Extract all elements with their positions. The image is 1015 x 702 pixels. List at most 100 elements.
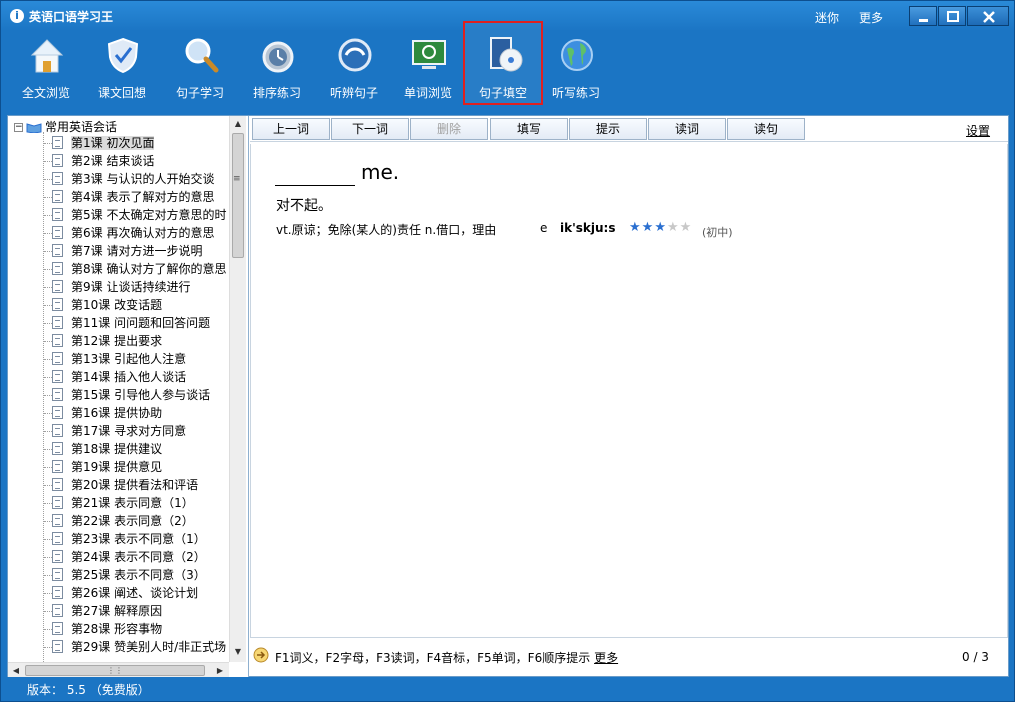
- document-icon: [52, 496, 63, 509]
- difficulty-stars: ★★★★★: [629, 220, 692, 235]
- tree-connector: [44, 395, 52, 396]
- lesson-item[interactable]: 第8课 确认对方了解你的意思: [52, 260, 226, 278]
- lesson-label: 第24课 表示不同意（2）: [71, 550, 206, 564]
- star-filled-icon: ★: [629, 220, 642, 235]
- tree-connector: [44, 287, 52, 288]
- lesson-item[interactable]: 第3课 与认识的人开始交谈: [52, 170, 214, 188]
- lesson-label: 第11课 问问题和回答问题: [71, 316, 211, 330]
- lesson-item[interactable]: 第29课 赞美别人时/非正式场: [52, 638, 226, 656]
- tool-dictation[interactable]: 听写练习: [541, 33, 611, 103]
- tree-root[interactable]: − 常用英语会话: [14, 118, 117, 134]
- document-icon: [52, 154, 63, 167]
- document-icon: [52, 586, 63, 599]
- lesson-item[interactable]: 第1课 初次见面: [52, 134, 155, 152]
- document-icon: [52, 370, 63, 383]
- tool-sort-practice[interactable]: 排序练习: [242, 33, 312, 103]
- exercise-editor[interactable]: me. 对不起。 vt.原谅；免除(某人的)责任 n.借口，理由 e ik'sk…: [250, 144, 1008, 638]
- lesson-item[interactable]: 第26课 阐述、谈论计划: [52, 584, 198, 602]
- lesson-item[interactable]: 第17课 寻求对方同意: [52, 422, 186, 440]
- settings-link[interactable]: 设置: [966, 122, 990, 139]
- more-hints-link[interactable]: 更多: [594, 651, 618, 665]
- lesson-item[interactable]: 第2课 结束谈话: [52, 152, 154, 170]
- lesson-label: 第9课 让谈话持续进行: [71, 280, 191, 294]
- tool-word-browse[interactable]: 单词浏览: [393, 33, 463, 103]
- star-empty-icon: ★: [679, 220, 693, 235]
- exercise-panel: 上一词 下一词 删除 填写 提示 读词 读句 设置 me. 对不起。 vt.原谅…: [250, 116, 1010, 678]
- lesson-label: 第3课 与认识的人开始交谈: [71, 172, 215, 186]
- tool-sentence-fill[interactable]: 句子填空: [463, 21, 543, 105]
- document-icon: [52, 550, 63, 563]
- scroll-left-arrow-icon[interactable]: ◀: [8, 663, 24, 678]
- definition-text: vt.原谅；免除(某人的)责任 n.借口，理由: [276, 223, 497, 237]
- lesson-item[interactable]: 第25课 表示不同意（3）: [52, 566, 206, 584]
- scroll-thumb[interactable]: [232, 133, 244, 258]
- star-filled-icon: ★: [654, 220, 667, 235]
- lesson-item[interactable]: 第14课 插入他人谈话: [52, 368, 186, 386]
- lesson-item[interactable]: 第7课 请对方进一步说明: [52, 242, 202, 260]
- more-link[interactable]: 更多: [859, 9, 883, 26]
- lesson-item[interactable]: 第15课 引导他人参与谈话: [52, 386, 210, 404]
- document-icon: [52, 280, 63, 293]
- minimize-button[interactable]: [909, 6, 937, 26]
- tool-text-recall[interactable]: 课文回想: [87, 33, 157, 103]
- globe-icon: [561, 39, 593, 71]
- tree-vertical-scrollbar[interactable]: ▲ ≡ ▼: [229, 116, 246, 662]
- mini-mode-link[interactable]: 迷你: [815, 9, 839, 26]
- lesson-item[interactable]: 第18课 提供建议: [52, 440, 162, 458]
- document-icon: [52, 334, 63, 347]
- tool-label: 单词浏览: [403, 86, 452, 100]
- lesson-item[interactable]: 第13课 引起他人注意: [52, 350, 186, 368]
- lesson-item[interactable]: 第4课 表示了解对方的意思: [52, 188, 214, 206]
- tool-sentence-learn[interactable]: 句子学习: [165, 33, 235, 103]
- lesson-item[interactable]: 第23课 表示不同意（1）: [52, 530, 206, 548]
- close-button[interactable]: [967, 6, 1009, 26]
- tree-connector: [44, 503, 52, 504]
- lesson-item[interactable]: 第9课 让谈话持续进行: [52, 278, 190, 296]
- lesson-item[interactable]: 第19课 提供意见: [52, 458, 162, 476]
- answer-blank[interactable]: [275, 185, 355, 186]
- document-icon: [52, 640, 63, 653]
- document-icon: [52, 244, 63, 257]
- scroll-down-arrow-icon[interactable]: ▼: [230, 644, 246, 660]
- tool-listen-sentence[interactable]: 听辨句子: [319, 33, 389, 103]
- lesson-item[interactable]: 第5课 不太确定对方意思的时: [52, 206, 226, 224]
- lesson-item[interactable]: 第6课 再次确认对方的意思: [52, 224, 214, 242]
- lesson-label: 第28课 形容事物: [71, 622, 163, 636]
- lesson-item[interactable]: 第10课 改变话题: [52, 296, 162, 314]
- tool-full-text-browse[interactable]: 全文浏览: [11, 33, 81, 103]
- scroll-right-arrow-icon[interactable]: ▶: [212, 663, 228, 678]
- maximize-button[interactable]: [938, 6, 966, 26]
- tree-connector: [44, 215, 52, 216]
- lesson-label: 第13课 引起他人注意: [71, 352, 187, 366]
- tree-connector: [44, 305, 52, 306]
- prev-word-button[interactable]: 上一词: [252, 118, 330, 140]
- document-icon: [52, 406, 63, 419]
- lesson-item[interactable]: 第11课 问问题和回答问题: [52, 314, 210, 332]
- tree-horizontal-scrollbar[interactable]: ◀ ⋮⋮ ▶: [8, 662, 229, 678]
- hint-button[interactable]: 提示: [569, 118, 647, 140]
- lesson-item[interactable]: 第16课 提供协助: [52, 404, 162, 422]
- read-word-button[interactable]: 读词: [648, 118, 726, 140]
- lesson-item[interactable]: 第27课 解释原因: [52, 602, 162, 620]
- lesson-item[interactable]: 第24课 表示不同意（2）: [52, 548, 206, 566]
- tree-connector: [44, 377, 52, 378]
- next-word-button[interactable]: 下一词: [331, 118, 409, 140]
- read-sentence-button[interactable]: 读句: [727, 118, 805, 140]
- tool-label: 排序练习: [252, 86, 301, 100]
- scroll-thumb-horizontal[interactable]: ⋮⋮: [25, 665, 205, 676]
- delete-button[interactable]: 删除: [410, 118, 488, 140]
- lesson-item[interactable]: 第20课 提供看法和评语: [52, 476, 198, 494]
- lesson-item[interactable]: 第28课 形容事物: [52, 620, 162, 638]
- lesson-item[interactable]: 第12课 提出要求: [52, 332, 162, 350]
- lesson-item[interactable]: 第21课 表示同意（1）: [52, 494, 194, 512]
- lesson-item[interactable]: 第22课 表示同意（2）: [52, 512, 194, 530]
- app-info-icon: i: [10, 9, 24, 23]
- tree-connector: [44, 647, 52, 648]
- fill-in-button[interactable]: 填写: [490, 118, 568, 140]
- scroll-up-arrow-icon[interactable]: ▲: [230, 116, 246, 132]
- sentence-text: me.: [361, 160, 400, 184]
- command-bar: 上一词 下一词 删除 填写 提示 读词 读句 设置: [250, 116, 1008, 142]
- lesson-label: 第22课 表示同意（2）: [71, 514, 194, 528]
- document-icon: [52, 226, 63, 239]
- collapse-icon[interactable]: −: [14, 123, 23, 132]
